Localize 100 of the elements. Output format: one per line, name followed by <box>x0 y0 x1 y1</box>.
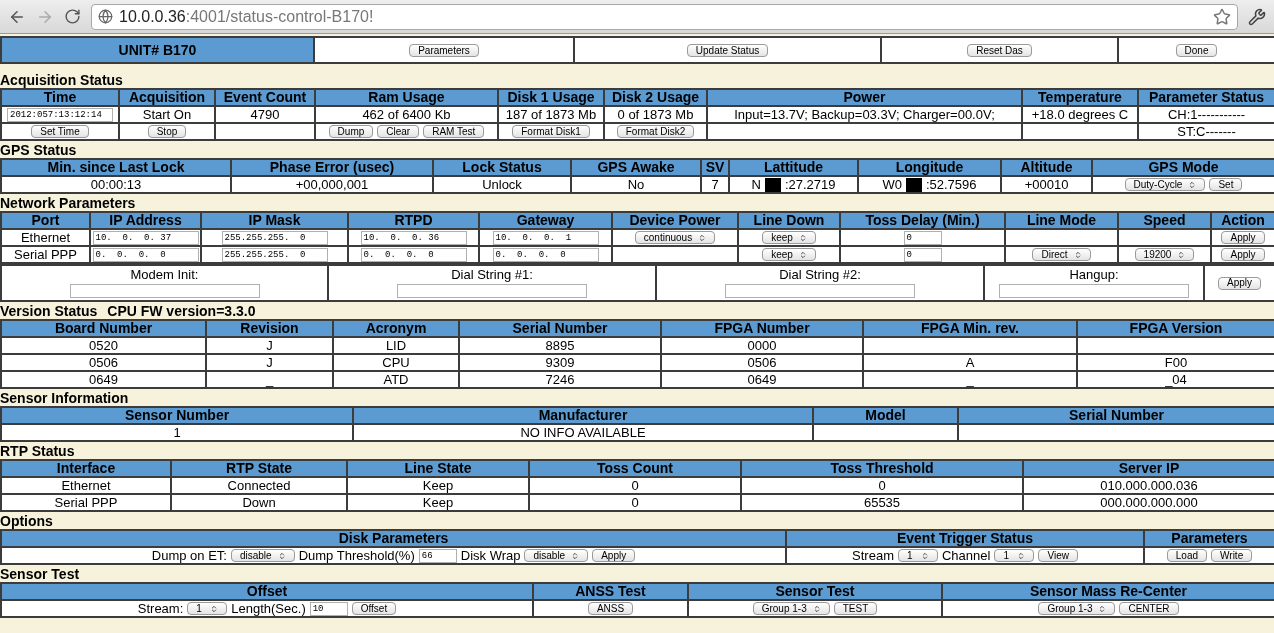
column-header: Phase Error (usec) <box>231 159 433 176</box>
dropdown[interactable]: 1 <box>994 549 1035 562</box>
text-field[interactable]: 10 <box>309 601 348 616</box>
chevron-icon <box>798 233 807 242</box>
toolbar-button[interactable]: Reset Das <box>967 44 1032 58</box>
wrench-icon[interactable] <box>1248 7 1266 26</box>
text-field[interactable]: 66 <box>418 548 457 563</box>
section-subtitle: CPU FW version=3.3.0 <box>107 303 256 319</box>
column-header: Disk 2 Usage <box>604 89 707 106</box>
cell-text: Stream: <box>137 602 184 615</box>
column-header: Speed <box>1118 212 1211 229</box>
address-bar[interactable]: 10.0.0.36:4001/status-control-B170! <box>91 3 1238 30</box>
text-field[interactable] <box>999 284 1189 298</box>
action-button[interactable]: Stop <box>147 125 187 138</box>
toolbar-button[interactable]: Done <box>1175 44 1218 58</box>
action-button[interactable]: Load <box>1166 549 1208 562</box>
dropdown[interactable]: disable <box>524 549 589 562</box>
dropdown[interactable]: continuous <box>634 231 716 244</box>
section-title: Version Status <box>0 303 98 319</box>
action-button[interactable]: RAM Test <box>423 125 485 138</box>
text-field[interactable]: 10. 0. 0. 1 <box>492 230 599 245</box>
column-header: Line Mode <box>1005 212 1118 229</box>
action-button[interactable]: CENTER <box>1119 602 1179 615</box>
chevron-icon <box>921 551 929 560</box>
dropdown[interactable]: disable <box>230 549 295 562</box>
column-header: GPS Mode <box>1092 159 1274 176</box>
column-header: Toss Delay (Min.) <box>840 212 1005 229</box>
text-field[interactable]: 10. 0. 0. 37 <box>92 230 199 245</box>
column-header: Revision <box>206 320 333 337</box>
dropdown[interactable]: 19200 <box>1134 248 1195 261</box>
action-button[interactable]: Set <box>1209 178 1243 191</box>
cell-text: Channel <box>942 549 991 562</box>
section-title: Options <box>0 513 53 529</box>
column-header: Port <box>1 212 90 229</box>
column-header: Sensor Number <box>1 407 353 424</box>
toolbar-button[interactable]: Update Status <box>686 44 769 58</box>
dropdown[interactable]: Group 1-3 <box>752 602 830 615</box>
text-field[interactable]: 0. 0. 0. 0 <box>92 247 199 262</box>
text-field[interactable]: 255.255.255. 0 <box>221 247 328 262</box>
column-header: GPS Awake <box>571 159 701 176</box>
text-field[interactable]: 2012:057:13:12:14 <box>7 107 113 122</box>
action-button[interactable]: Format Disk2 <box>616 125 695 138</box>
action-button[interactable]: TEST <box>833 602 878 615</box>
reload-icon[interactable] <box>64 8 81 25</box>
chevron-icon <box>210 604 219 613</box>
column-header: Acquisition <box>119 89 215 106</box>
action-button[interactable]: Format Disk1 <box>512 125 590 138</box>
action-button[interactable]: Apply <box>1218 276 1261 290</box>
column-header: RTPD <box>348 212 479 229</box>
action-button[interactable]: Apply <box>1221 231 1265 244</box>
chevron-icon <box>812 604 821 613</box>
text-field[interactable] <box>69 284 260 298</box>
text-field[interactable] <box>397 284 587 298</box>
cell-text: Disk Wrap <box>460 549 521 562</box>
chevron-icon <box>277 551 286 560</box>
dropdown[interactable]: 1 <box>898 549 938 562</box>
field-label: Dial String #1: <box>451 266 533 284</box>
field-label: Modem Init: <box>130 266 199 284</box>
dropdown[interactable]: Group 1-3 <box>1038 602 1116 615</box>
action-button[interactable]: Apply <box>1221 248 1265 261</box>
text-field[interactable]: 255.255.255. 0 <box>221 230 328 245</box>
action-button[interactable]: ANSS <box>587 602 634 615</box>
action-button[interactable]: Set Time <box>31 125 89 138</box>
column-header: Longitude <box>858 159 1001 176</box>
cell-text: Dump on ET: <box>151 549 227 562</box>
column-header: Toss Count <box>529 460 741 477</box>
text-field[interactable]: 0. 0. 0. 0 <box>360 247 467 262</box>
cell-text: Dump Threshold(%) <box>298 549 415 562</box>
action-button[interactable]: View <box>1038 549 1078 562</box>
action-button[interactable]: Dump <box>328 125 374 138</box>
dropdown[interactable]: Duty-Cycle <box>1124 178 1206 191</box>
column-header: Line State <box>347 460 529 477</box>
text-field[interactable]: 10. 0. 0. 36 <box>360 230 467 245</box>
column-header: Altitude <box>1001 159 1092 176</box>
text-field[interactable]: 0 <box>903 230 942 245</box>
dropdown[interactable]: 1 <box>187 602 228 615</box>
unit-title: UNIT# B170 <box>1 37 314 63</box>
column-header: Lock Status <box>433 159 571 176</box>
column-header: Device Power <box>612 212 738 229</box>
chevron-icon <box>698 233 707 242</box>
section-title: Acquisition Status <box>0 72 123 88</box>
chevron-icon <box>798 250 807 259</box>
action-button[interactable]: Write <box>1211 549 1253 562</box>
toolbar-button[interactable]: Parameters <box>409 44 479 58</box>
text-field[interactable]: 0 <box>903 247 942 262</box>
dropdown[interactable]: Direct <box>1032 248 1091 261</box>
text-field[interactable]: 0. 0. 0. 0 <box>492 247 599 262</box>
column-header: RTP State <box>171 460 347 477</box>
dropdown[interactable]: keep <box>762 231 816 244</box>
column-header: ANSS Test <box>533 583 688 600</box>
column-header: Parameters <box>1144 530 1274 547</box>
dropdown[interactable]: keep <box>762 248 816 261</box>
column-header: Sensor Mass Re-Center <box>942 583 1274 600</box>
text-field[interactable] <box>725 284 915 298</box>
action-button[interactable]: Clear <box>377 125 420 138</box>
action-button[interactable]: Apply <box>592 549 636 562</box>
column-header: Lattitude <box>729 159 858 176</box>
action-button[interactable]: Offset <box>351 602 397 615</box>
column-header: Serial Number <box>958 407 1274 424</box>
star-icon[interactable] <box>1213 7 1231 26</box>
